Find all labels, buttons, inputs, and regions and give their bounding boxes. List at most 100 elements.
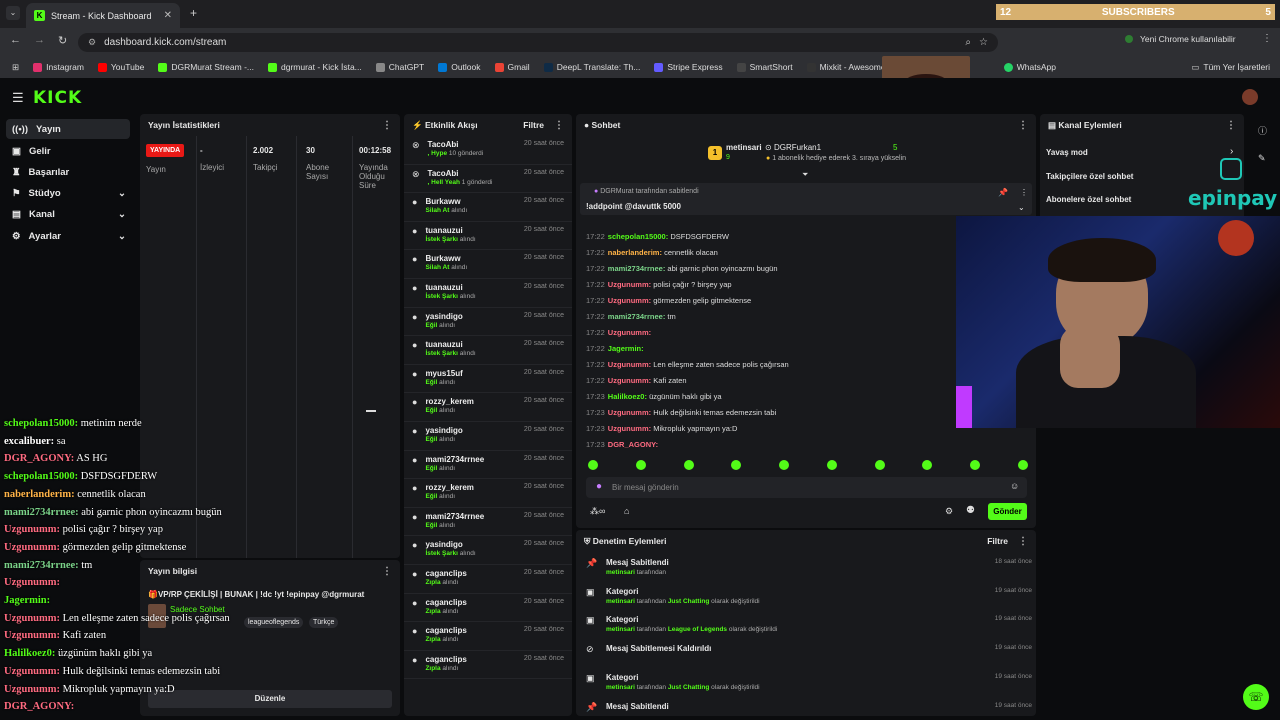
sidebar-item-gelir[interactable]: ▣ Gelir — [6, 141, 130, 161]
slow-mode-action[interactable]: Yavaş mod — [1046, 148, 1088, 157]
bookmark-deepl[interactable]: DeepL Translate: Th... — [543, 62, 640, 72]
bookmark-star-icon[interactable]: ☆ — [979, 37, 988, 48]
chat-username[interactable]: schepolan15000: — [608, 232, 668, 241]
menu-kebab-icon[interactable]: ⋮ — [1262, 33, 1272, 44]
emote-icon[interactable] — [635, 460, 646, 470]
bookmark-stripe[interactable]: Stripe Express — [654, 62, 723, 72]
site-info-icon[interactable]: ⚙ — [88, 37, 96, 48]
edit-pencil-icon[interactable]: ✎ — [1258, 153, 1266, 164]
gift-icon[interactable]: ⌂ — [624, 506, 629, 516]
apps-grid-icon[interactable]: ⊞ — [12, 62, 19, 73]
sidebar-item-kanal[interactable]: ▤ Kanal ⌄ — [6, 204, 130, 224]
bookmark-chatgpt[interactable]: ChatGPT — [375, 62, 424, 72]
chevron-down-icon[interactable]: ⌄ — [1018, 203, 1025, 212]
chat-username[interactable]: Jagermin: — [608, 344, 644, 353]
emote-icon[interactable] — [874, 460, 885, 470]
panel-menu-icon[interactable]: ⋮ — [1018, 120, 1028, 131]
chat-username[interactable]: Uzgunumm: — [608, 408, 651, 417]
support-chat-button[interactable]: ☏ — [1243, 684, 1269, 710]
event-user[interactable]: rozzy_kerem — [425, 483, 473, 492]
all-bookmarks-folder[interactable]: ▭ Tüm Yer İşaretleri — [1191, 62, 1270, 73]
event-user[interactable]: tuanauzui — [425, 283, 475, 292]
emote-icon[interactable] — [731, 460, 742, 470]
pin-menu-icon[interactable]: ⋮ — [1020, 188, 1028, 197]
followers-only-action[interactable]: Takipçilere özel sohbet — [1046, 172, 1133, 181]
chat-username[interactable]: Uzgunumm: — [608, 280, 651, 289]
chat-username[interactable]: mami2734rrnee: — [608, 312, 666, 321]
bookmark-outlook[interactable]: Outlook — [438, 62, 481, 72]
chat-username[interactable]: DGR_AGONY: — [608, 440, 658, 449]
emote-icon[interactable] — [588, 460, 598, 470]
event-user[interactable]: yasindigo — [425, 426, 462, 435]
close-tab-icon[interactable]: ✕ — [164, 10, 172, 21]
tab-search-button[interactable]: ⌄ — [6, 6, 20, 20]
chat-username[interactable]: mami2734rrnee: — [608, 264, 666, 273]
bookmark-whatsapp[interactable]: WhatsApp — [1003, 62, 1056, 72]
bookmark-smartshort[interactable]: SmartShort — [736, 62, 793, 72]
emote-icon[interactable] — [922, 460, 933, 470]
emote-icon[interactable] — [779, 460, 790, 470]
chat-username[interactable]: Uzgunumm: — [608, 296, 651, 305]
sidebar-item-ayarlar[interactable]: ⚙ Ayarlar ⌄ — [6, 226, 130, 246]
zoom-icon[interactable]: ⌕ — [965, 37, 971, 48]
user-avatar[interactable] — [1242, 89, 1258, 105]
send-button[interactable]: Gönder — [988, 503, 1027, 520]
emote-icon[interactable] — [970, 460, 981, 470]
emote-icon[interactable] — [826, 460, 837, 470]
event-user[interactable]: tuanauzui — [425, 340, 475, 349]
event-user[interactable]: rozzy_kerem — [425, 397, 473, 406]
bookmark-instagram[interactable]: Instagram — [33, 62, 84, 72]
chevron-right-icon[interactable]: › — [1230, 146, 1233, 157]
event-user[interactable]: caganclips — [425, 569, 466, 578]
profile-avatar[interactable] — [1125, 35, 1133, 43]
event-user[interactable]: TacoAbi — [428, 140, 484, 149]
bookmark-gmail[interactable]: Gmail — [494, 62, 530, 72]
panel-menu-icon[interactable]: ⋮ — [1226, 120, 1236, 131]
event-user[interactable]: myus15uf — [425, 369, 462, 378]
pin-icon[interactable]: 📌 — [998, 188, 1008, 197]
chat-username[interactable]: Uzgunumm: — [608, 424, 651, 433]
back-arrow-icon[interactable]: ← — [10, 34, 21, 46]
edit-button[interactable]: Düzenle — [148, 690, 392, 708]
subscribers-only-action[interactable]: Abonelere özel sohbet — [1046, 195, 1131, 204]
event-user[interactable]: tuanauzui — [425, 226, 475, 235]
sidebar-item-studyo[interactable]: ⚑ Stüdyo ⌄ — [6, 183, 130, 203]
event-user[interactable]: Burkaww — [425, 197, 467, 206]
info-icon[interactable]: ⓘ — [1258, 124, 1267, 137]
panel-menu-icon[interactable]: ⋮ — [382, 566, 392, 577]
new-tab-button[interactable]: + — [190, 6, 197, 20]
filter-button[interactable]: Filtre — [987, 536, 1008, 547]
sidebar-item-yayin[interactable]: ((•)) Yayın — [6, 119, 130, 139]
event-user[interactable]: mami2734rrnee — [425, 512, 484, 521]
chat-username[interactable]: naberlanderim: — [608, 248, 662, 257]
hamburger-menu-icon[interactable]: ☰ — [12, 90, 24, 106]
panel-menu-icon[interactable]: ⋮ — [382, 120, 392, 131]
reload-icon[interactable]: ↻ — [58, 34, 67, 47]
event-user[interactable]: caganclips — [425, 626, 466, 635]
bookmark-youtube[interactable]: YouTube — [97, 62, 144, 72]
gift-leader-name[interactable]: metinsari — [726, 143, 762, 152]
event-user[interactable]: yasindigo — [425, 312, 462, 321]
chrome-update-button[interactable]: Yeni Chrome kullanılabilir — [1140, 34, 1236, 44]
event-user[interactable]: mami2734rrnee — [425, 455, 484, 464]
kick-logo[interactable]: KICK — [33, 88, 82, 108]
chat-username[interactable]: Uzgunumm: — [608, 376, 651, 385]
bookmark-dgrmurat-stream[interactable]: DGRMurat Stream -... — [158, 62, 254, 72]
event-user[interactable]: Burkaww — [425, 254, 467, 263]
panel-menu-icon[interactable]: ⋮ — [554, 120, 564, 131]
emote-icon[interactable] — [1017, 460, 1028, 470]
chat-users-icon[interactable]: ⁂∞ — [590, 506, 605, 517]
url-field[interactable]: ⚙ dashboard.kick.com/stream ⌕ ☆ — [78, 33, 998, 52]
event-user[interactable]: caganclips — [425, 598, 466, 607]
chat-username[interactable]: Uzgunumm: — [608, 328, 651, 337]
forward-arrow-icon[interactable]: → — [34, 34, 45, 46]
chat-username[interactable]: Uzgunumm: — [608, 360, 651, 369]
settings-icon[interactable]: ⚙ — [945, 506, 953, 517]
panel-menu-icon[interactable]: ⋮ — [1018, 536, 1028, 547]
bot-icon[interactable]: ⚉ — [966, 505, 975, 516]
sidebar-item-basarilar[interactable]: ♜ Başarılar — [6, 162, 130, 182]
emoji-picker-icon[interactable]: ☺ — [1010, 481, 1019, 491]
bookmark-kick-ista[interactable]: dgrmurat - Kick İsta... — [267, 62, 362, 72]
event-user[interactable]: caganclips — [425, 655, 466, 664]
chat-input[interactable]: ● Bir mesaj gönderin ☺ — [586, 477, 1027, 498]
